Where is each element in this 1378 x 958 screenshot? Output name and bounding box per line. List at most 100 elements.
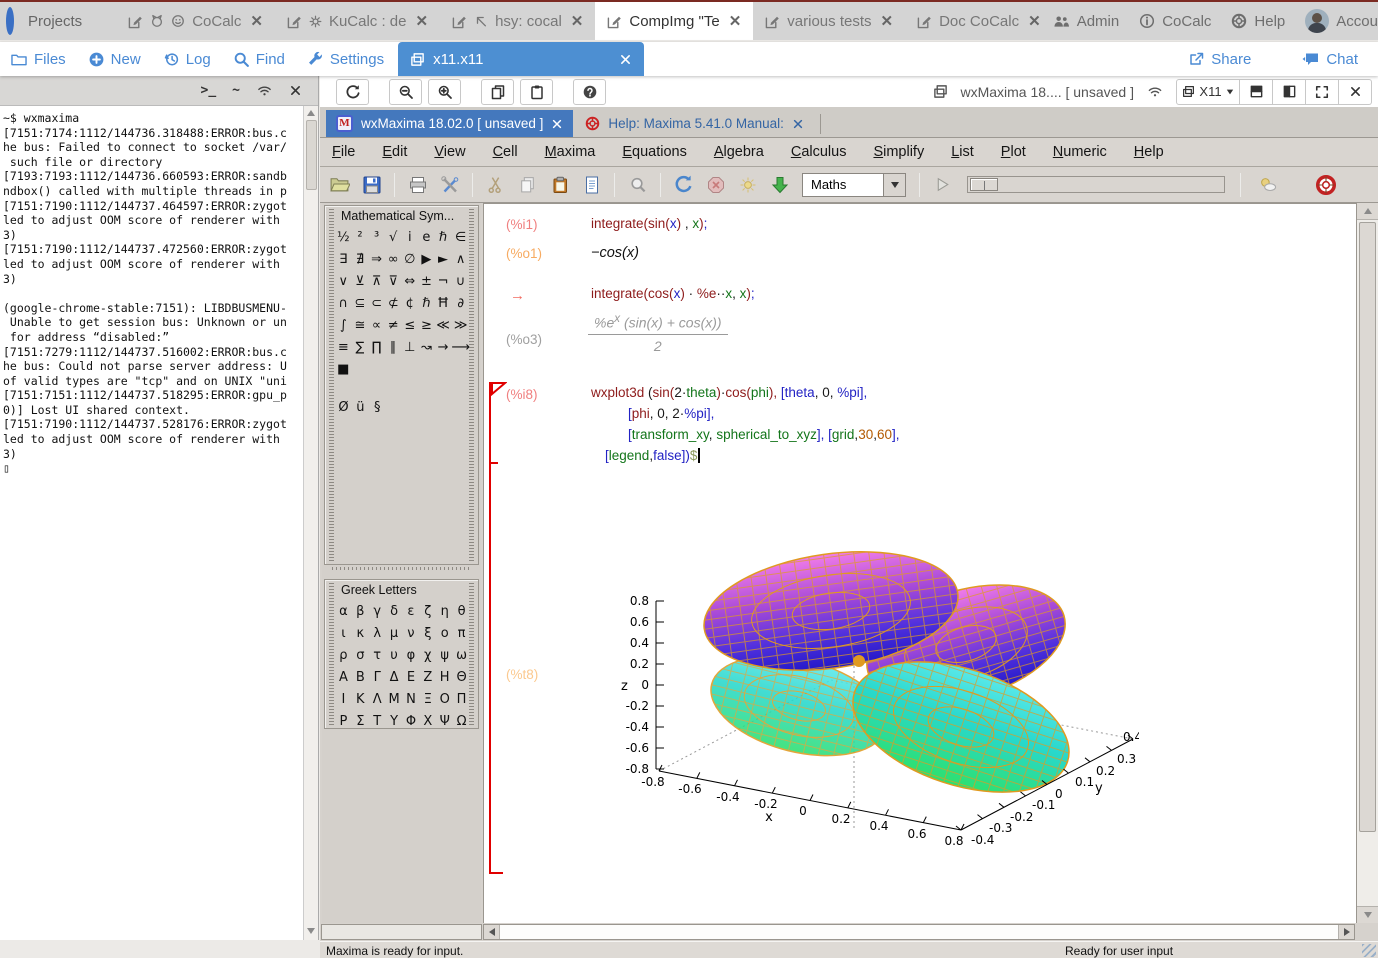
project-tab-cocalc[interactable]: CoCalc ✕ xyxy=(116,2,275,40)
terminal-output[interactable]: ~$ wxmaxima[7151:7174:1112/144736.318488… xyxy=(0,106,318,476)
settings-button[interactable]: Settings xyxy=(307,51,384,68)
math-symbol-button[interactable]: ≠ xyxy=(385,319,402,333)
greek-letter-button[interactable]: Υ xyxy=(386,715,403,729)
greek-letter-button[interactable]: η xyxy=(436,605,453,619)
greek-letter-button[interactable]: Λ xyxy=(369,693,386,707)
greek-letter-button[interactable]: α xyxy=(335,605,352,619)
math-symbol-button[interactable]: ▶ xyxy=(418,253,435,267)
find-button[interactable] xyxy=(624,171,651,199)
close-icon[interactable]: ✕ xyxy=(729,12,742,30)
menu-item[interactable]: Equations xyxy=(622,144,687,160)
wxmaxima-worksheet[interactable]: (%i1) integrate(sin(x) , x); (%o1) −cos(… xyxy=(483,203,1356,923)
math-symbol-button[interactable]: ∪ xyxy=(451,275,470,289)
preferences-button[interactable] xyxy=(436,171,463,199)
greek-letter-button[interactable]: υ xyxy=(386,649,403,663)
menu-item[interactable]: Help xyxy=(1134,144,1164,160)
math-symbol-button[interactable]: ⊆ xyxy=(352,297,369,311)
greek-letter-button[interactable]: Θ xyxy=(453,671,470,685)
greek-letter-button[interactable]: π xyxy=(453,627,470,641)
math-symbol-button[interactable]: ∞ xyxy=(385,253,402,267)
menu-item[interactable]: Plot xyxy=(1001,144,1026,160)
greek-letter-button[interactable]: σ xyxy=(352,649,369,663)
share-button[interactable]: Share xyxy=(1188,51,1251,68)
worksheet-hscrollbar[interactable] xyxy=(483,924,1355,940)
math-symbol-button[interactable]: ∝ xyxy=(368,319,385,333)
terminal-prompt-icon[interactable]: >_ xyxy=(201,83,217,98)
math-symbol-button[interactable]: ≪ xyxy=(435,319,452,333)
math-symbol-button[interactable]: ∨ xyxy=(335,275,352,289)
close-icon[interactable]: ✕ xyxy=(571,12,584,30)
paste-button[interactable] xyxy=(520,79,553,105)
math-symbol-button[interactable]: ½ xyxy=(335,231,352,245)
math-symbol-button[interactable]: ⟶ xyxy=(451,341,470,355)
project-tab-various-tests[interactable]: various tests ✕ xyxy=(753,2,905,40)
fullscreen-button[interactable] xyxy=(1306,79,1339,105)
copy-button[interactable] xyxy=(514,171,541,199)
close-icon[interactable]: ✕ xyxy=(250,12,263,30)
math-symbol-button[interactable]: ∅ xyxy=(401,253,418,267)
math-symbol-button[interactable]: ∂ xyxy=(451,297,470,311)
math-symbol-button[interactable]: ⇒ xyxy=(368,253,385,267)
greek-letter-button[interactable]: Ο xyxy=(436,693,453,707)
greek-letter-button[interactable]: Β xyxy=(352,671,369,685)
math-symbol-button[interactable]: ³ xyxy=(368,231,385,245)
greek-letter-button[interactable]: Π xyxy=(453,693,470,707)
project-tab-doc-cocalc[interactable]: Doc CoCalc ✕ xyxy=(905,2,1053,40)
greek-letter-button[interactable]: Ν xyxy=(403,693,420,707)
scroll-down-button[interactable] xyxy=(1357,906,1378,923)
select-dropdown-button[interactable] xyxy=(883,174,905,196)
follow-output-button[interactable] xyxy=(766,171,793,199)
close-icon[interactable]: ✕ xyxy=(881,12,894,30)
greek-letter-button[interactable]: ω xyxy=(453,649,470,663)
math-symbol-button[interactable]: ∥ xyxy=(385,341,402,355)
cell-bracket-i8[interactable] xyxy=(489,382,503,874)
greek-letter-button[interactable]: λ xyxy=(369,627,386,641)
x11-menu-button[interactable]: X11 xyxy=(1176,79,1240,105)
panel-grip[interactable] xyxy=(329,209,334,561)
menu-item[interactable]: Numeric xyxy=(1053,144,1107,160)
panel-grip[interactable] xyxy=(469,583,474,725)
refresh-button[interactable] xyxy=(336,79,369,105)
menu-item[interactable]: Calculus xyxy=(791,144,847,160)
greek-letter-button[interactable]: γ xyxy=(369,605,386,619)
greek-letter-button[interactable]: Φ xyxy=(403,715,420,729)
greek-letter-button[interactable]: μ xyxy=(386,627,403,641)
close-icon[interactable]: ✕ xyxy=(1028,12,1041,30)
greek-letter-button[interactable]: Τ xyxy=(369,715,386,729)
menu-item[interactable]: Simplify xyxy=(873,144,924,160)
math-symbol-button[interactable]: ℏ xyxy=(418,297,435,311)
math-symbol-button[interactable]: ¬ xyxy=(435,275,452,289)
math-symbol-button[interactable]: ∧ xyxy=(451,253,470,267)
math-symbol-button[interactable]: ∄ xyxy=(352,253,369,267)
greek-letter-button[interactable]: β xyxy=(352,605,369,619)
wxmaxima-menubar[interactable]: FileEditViewCellMaximaEquationsAlgebraCa… xyxy=(320,138,1378,167)
resize-grip[interactable] xyxy=(1362,944,1376,957)
greek-letter-button[interactable]: φ xyxy=(403,649,420,663)
evaluate-all-button[interactable] xyxy=(734,171,761,199)
split-vertical-button[interactable] xyxy=(1273,79,1306,105)
terminal-scrollbar[interactable] xyxy=(303,106,318,940)
project-tab-kucalc[interactable]: KuCalc : de ✕ xyxy=(275,2,440,40)
cocalc-logo[interactable] xyxy=(6,7,14,35)
help-button[interactable] xyxy=(573,79,606,105)
math-symbol-button[interactable]: ⊽ xyxy=(385,275,402,289)
menu-item[interactable]: View xyxy=(434,144,465,160)
new-document-button[interactable] xyxy=(578,171,605,199)
restart-maxima-button[interactable] xyxy=(670,171,697,199)
wifi-icon[interactable] xyxy=(256,83,273,98)
project-tab-compimg-active[interactable]: CompImg "Te ✕ xyxy=(595,2,753,40)
greek-letter-button[interactable]: ι xyxy=(335,627,352,641)
tab-maxima-help[interactable]: Help: Maxima 5.41.0 Manual: xyxy=(575,110,814,137)
interrupt-button[interactable] xyxy=(702,171,729,199)
math-symbol-button[interactable]: ► xyxy=(435,253,452,267)
greek-letter-button[interactable]: ο xyxy=(436,627,453,641)
math-symbol-button[interactable]: ⊻ xyxy=(352,275,369,289)
project-tab-hsy[interactable]: hsy: cocal ✕ xyxy=(440,2,595,40)
find-button[interactable]: Find xyxy=(233,51,285,68)
wxplot3d-output-image[interactable]: 0.8 0.6 0.4 0.2 0 -0.2 -0.4 -0.6 -0.8 z xyxy=(609,549,1139,881)
math-symbol-button[interactable]: ⊼ xyxy=(368,275,385,289)
math-symbol-button[interactable]: e xyxy=(418,231,435,245)
math-symbol-button[interactable]: ⊥ xyxy=(401,341,418,355)
greek-letter-button[interactable]: ρ xyxy=(335,649,352,663)
math-symbol-button[interactable]: ⇔ xyxy=(401,275,418,289)
